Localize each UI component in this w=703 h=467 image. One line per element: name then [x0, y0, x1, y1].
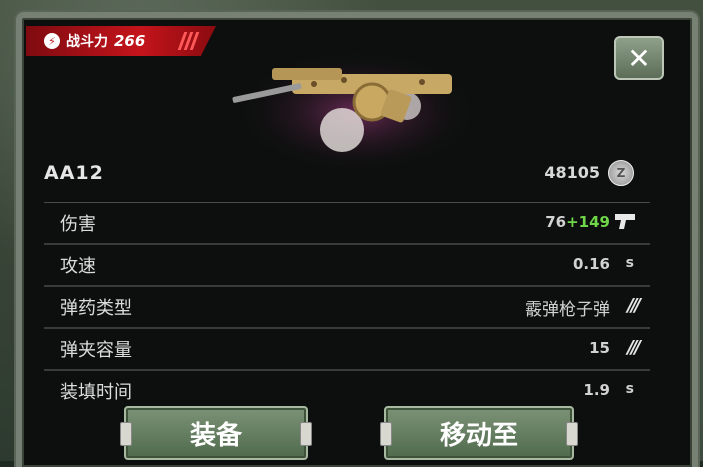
stat-label: 弹夹容量 — [60, 340, 132, 361]
stat-row-reload: 装填时间 1.9 s — [44, 369, 650, 411]
move-to-button-label: 移动至 — [439, 420, 518, 451]
weapon-image — [232, 44, 477, 168]
move-to-button[interactable]: 移动至 — [380, 406, 578, 460]
stat-row-damage: 伤害 76+149 — [44, 202, 650, 243]
ammo-icon: /// — [627, 337, 641, 358]
button-clip-right — [300, 422, 312, 446]
weapon-price: 48105 — [544, 163, 600, 182]
stat-value: 霰弹枪子弹 — [525, 300, 610, 320]
close-button[interactable]: ✕ — [614, 36, 664, 80]
stat-value: 0.16 — [572, 255, 610, 273]
stat-value: 76+149 — [545, 213, 610, 231]
stat-label: 装填时间 — [60, 382, 132, 403]
weapon-header: AA12 48105 Z — [44, 158, 634, 188]
combat-power-label: 战斗力 — [66, 34, 108, 50]
button-clip-left — [380, 422, 392, 446]
stat-row-attack-speed: 攻速 0.16 s — [44, 243, 650, 285]
combat-power-value: 266 — [114, 32, 146, 50]
weapon-name: AA12 — [44, 162, 104, 184]
pistol-icon — [615, 214, 635, 229]
button-clip-right — [566, 422, 578, 446]
stat-row-ammo-type: 弹药类型 霰弹枪子弹 /// — [44, 285, 650, 327]
stat-unit: s — [625, 255, 634, 271]
stat-unit: s — [625, 381, 634, 397]
combat-power-badge: ⚡ 战斗力 266 — [26, 26, 216, 56]
close-icon: ✕ — [627, 41, 651, 75]
stats-table: 伤害 76+149 攻速 0.16 s 弹药类型 霰弹枪子弹 /// 弹夹容量 … — [44, 202, 650, 411]
stat-label: 伤害 — [60, 214, 96, 235]
equip-button[interactable]: 装备 — [120, 406, 312, 460]
equip-button-label: 装备 — [189, 420, 242, 451]
stat-value: 1.9 — [583, 381, 610, 399]
coin-icon: Z — [608, 160, 634, 186]
button-clip-left — [120, 422, 132, 446]
ammo-icon: /// — [627, 295, 641, 316]
power-icon: ⚡ — [44, 33, 60, 49]
badge-stripes — [177, 32, 200, 50]
stat-bonus: +149 — [566, 213, 610, 231]
stat-label: 攻速 — [60, 256, 96, 277]
stat-row-magazine: 弹夹容量 15 /// — [44, 327, 650, 369]
stat-value: 15 — [589, 339, 610, 357]
stat-label: 弹药类型 — [60, 298, 132, 319]
